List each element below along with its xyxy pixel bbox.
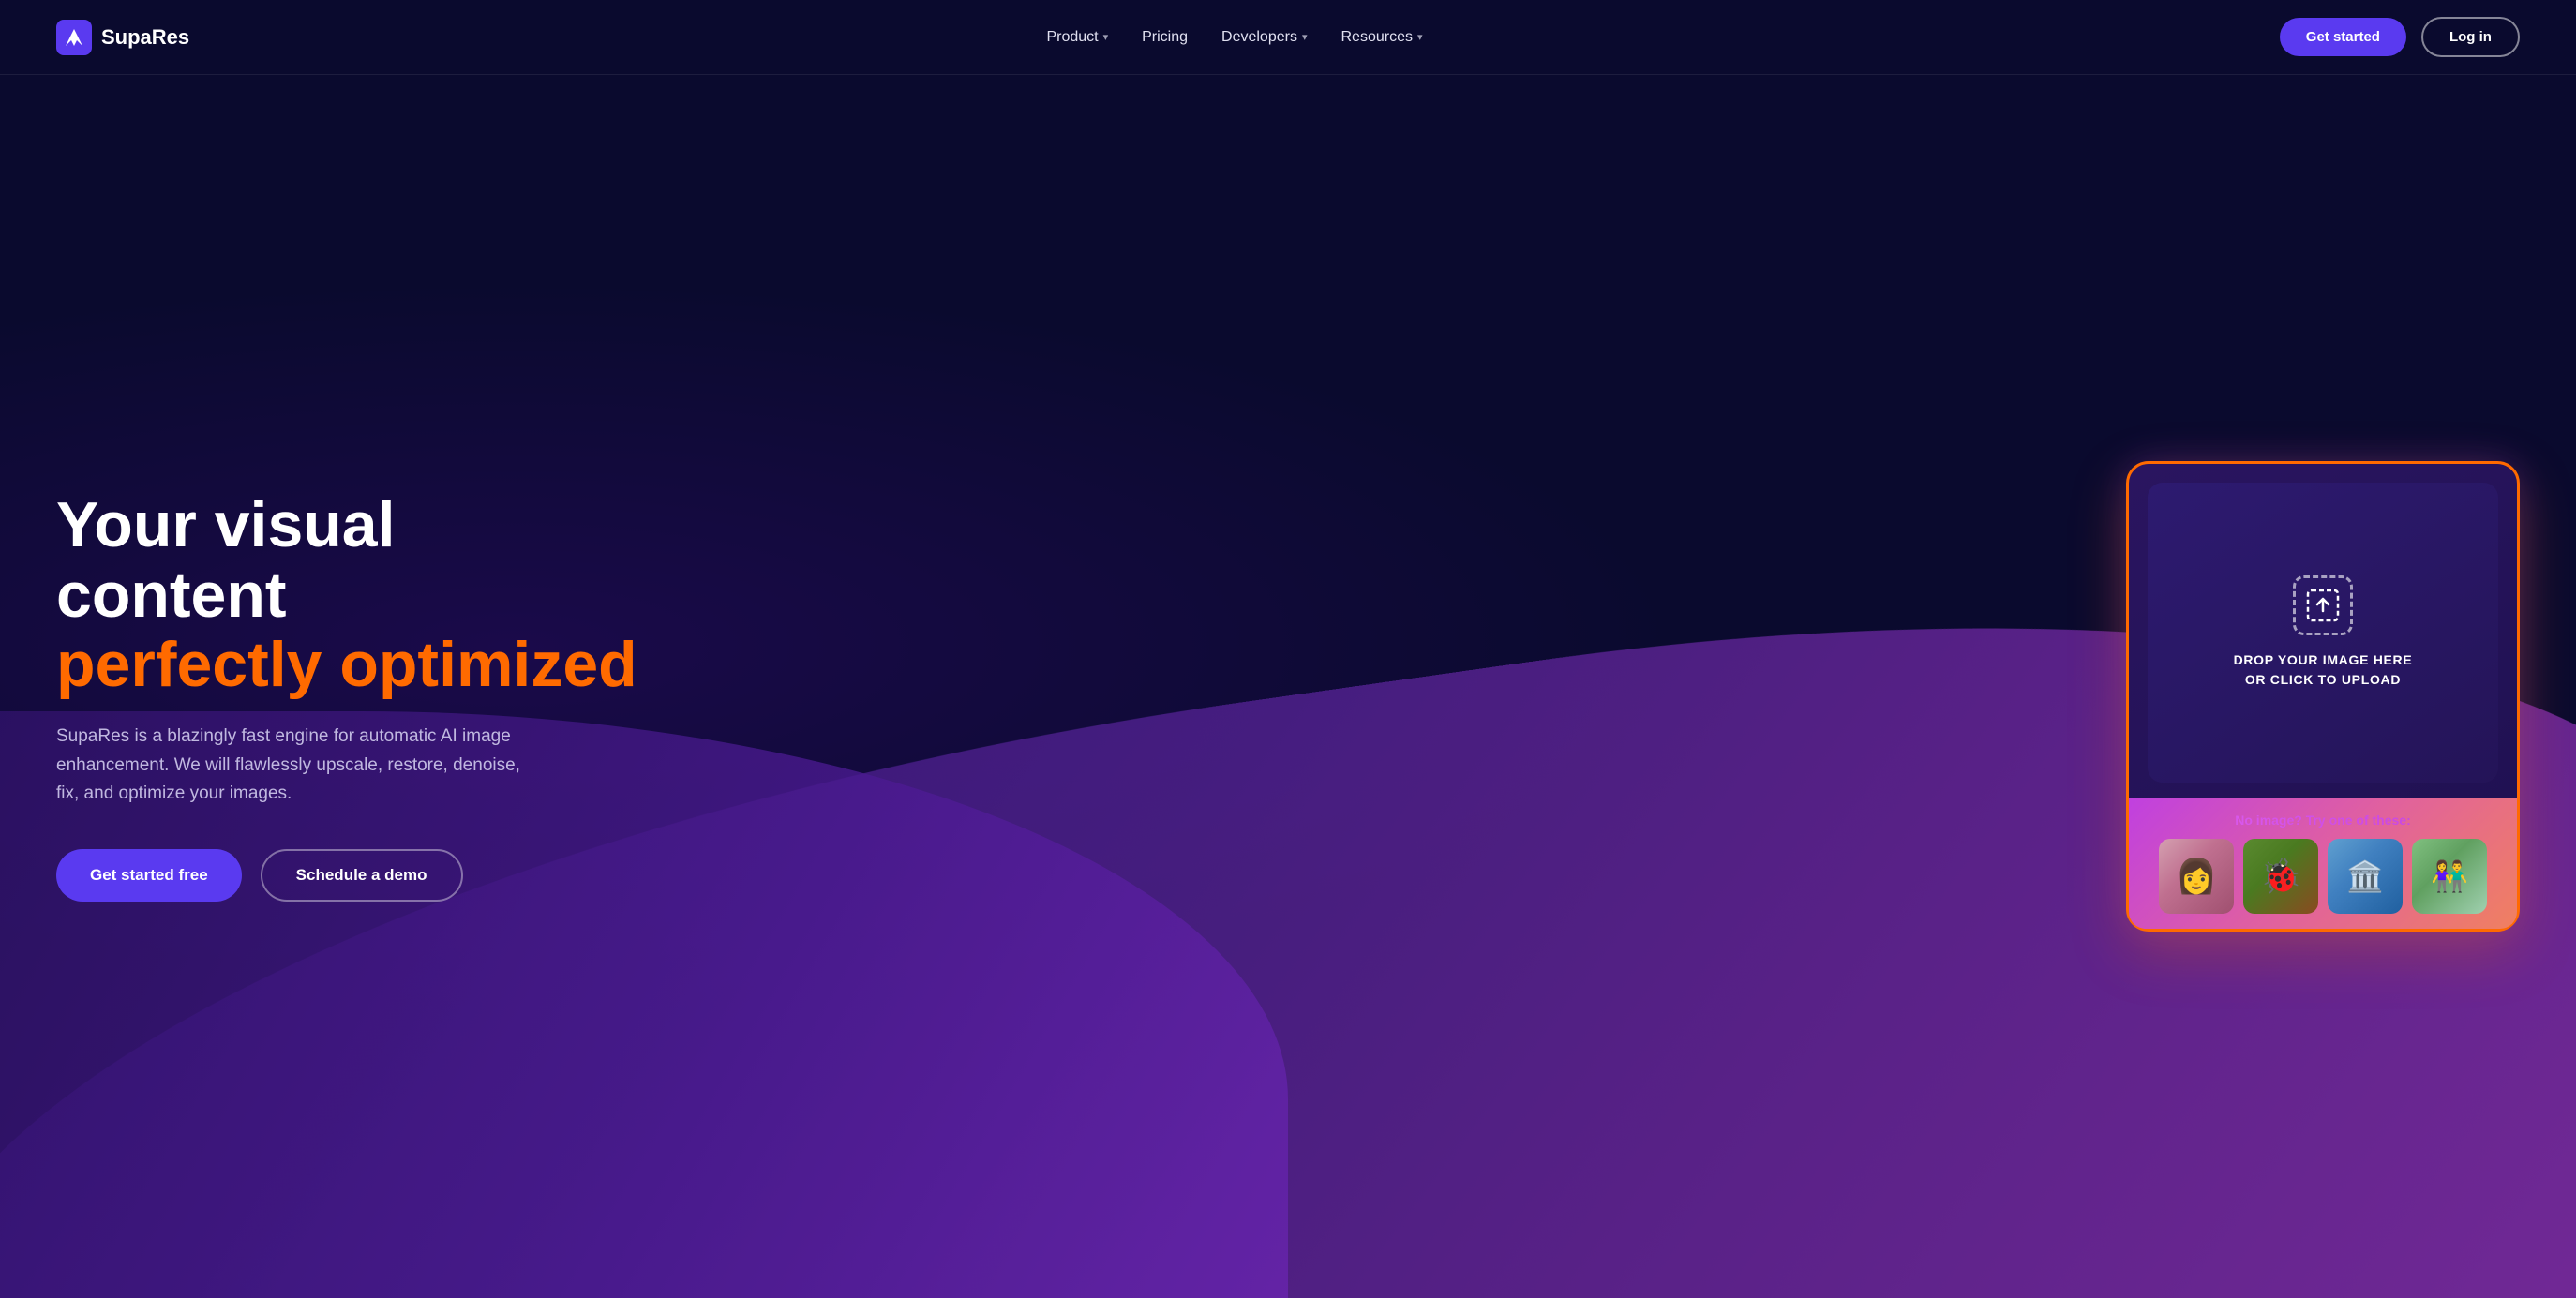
sample-images-grid: [2144, 839, 2502, 914]
upload-icon: [2306, 589, 2340, 622]
nav-actions: Get started Log in: [2280, 17, 2520, 57]
upload-card: DROP YOUR IMAGE HERE OR CLICK TO UPLOAD …: [2126, 461, 2520, 932]
hero-title: Your visual content perfectly optimized: [56, 490, 637, 700]
upload-icon-box: [2293, 575, 2353, 635]
nav-resources[interactable]: Resources ▾: [1340, 29, 1422, 46]
nav-login-button[interactable]: Log in: [2421, 17, 2520, 57]
hero-section: Your visual content perfectly optimized …: [0, 75, 2576, 1298]
nav-product[interactable]: Product ▾: [1046, 29, 1108, 46]
nav-get-started-button[interactable]: Get started: [2280, 18, 2406, 56]
nav-links: Product ▾ Pricing Developers ▾ Resources…: [1046, 29, 1422, 46]
upload-instructions: DROP YOUR IMAGE HERE OR CLICK TO UPLOAD: [2234, 650, 2413, 690]
nav-pricing[interactable]: Pricing: [1142, 29, 1188, 46]
sample-image-2[interactable]: [2243, 839, 2318, 914]
hero-title-line1: Your visual content: [56, 490, 637, 631]
suggestions-label: No image? Try one of these:: [2144, 813, 2502, 828]
sample-image-4[interactable]: [2412, 839, 2487, 914]
logo[interactable]: SupaRes: [56, 20, 189, 55]
sample-image-1[interactable]: [2159, 839, 2234, 914]
sample-image-3[interactable]: [2328, 839, 2403, 914]
logo-text: SupaRes: [101, 25, 189, 50]
upload-drop-zone[interactable]: DROP YOUR IMAGE HERE OR CLICK TO UPLOAD: [2148, 483, 2498, 783]
chevron-down-icon-3: ▾: [1417, 31, 1423, 43]
hero-get-started-button[interactable]: Get started free: [56, 849, 242, 902]
hero-demo-button[interactable]: Schedule a demo: [261, 849, 463, 902]
hero-title-line2: perfectly optimized: [56, 630, 637, 700]
sample-images-section: No image? Try one of these:: [2129, 798, 2517, 929]
nav-developers[interactable]: Developers ▾: [1221, 29, 1307, 46]
hero-description: SupaRes is a blazingly fast engine for a…: [56, 723, 544, 808]
upload-section: DROP YOUR IMAGE HERE OR CLICK TO UPLOAD …: [2126, 461, 2520, 932]
hero-buttons: Get started free Schedule a demo: [56, 849, 637, 902]
navbar: SupaRes Product ▾ Pricing Developers ▾ R…: [0, 0, 2576, 75]
chevron-down-icon: ▾: [1103, 31, 1109, 43]
hero-content: Your visual content perfectly optimized …: [56, 490, 637, 903]
logo-icon: [56, 20, 92, 55]
chevron-down-icon-2: ▾: [1302, 31, 1308, 43]
